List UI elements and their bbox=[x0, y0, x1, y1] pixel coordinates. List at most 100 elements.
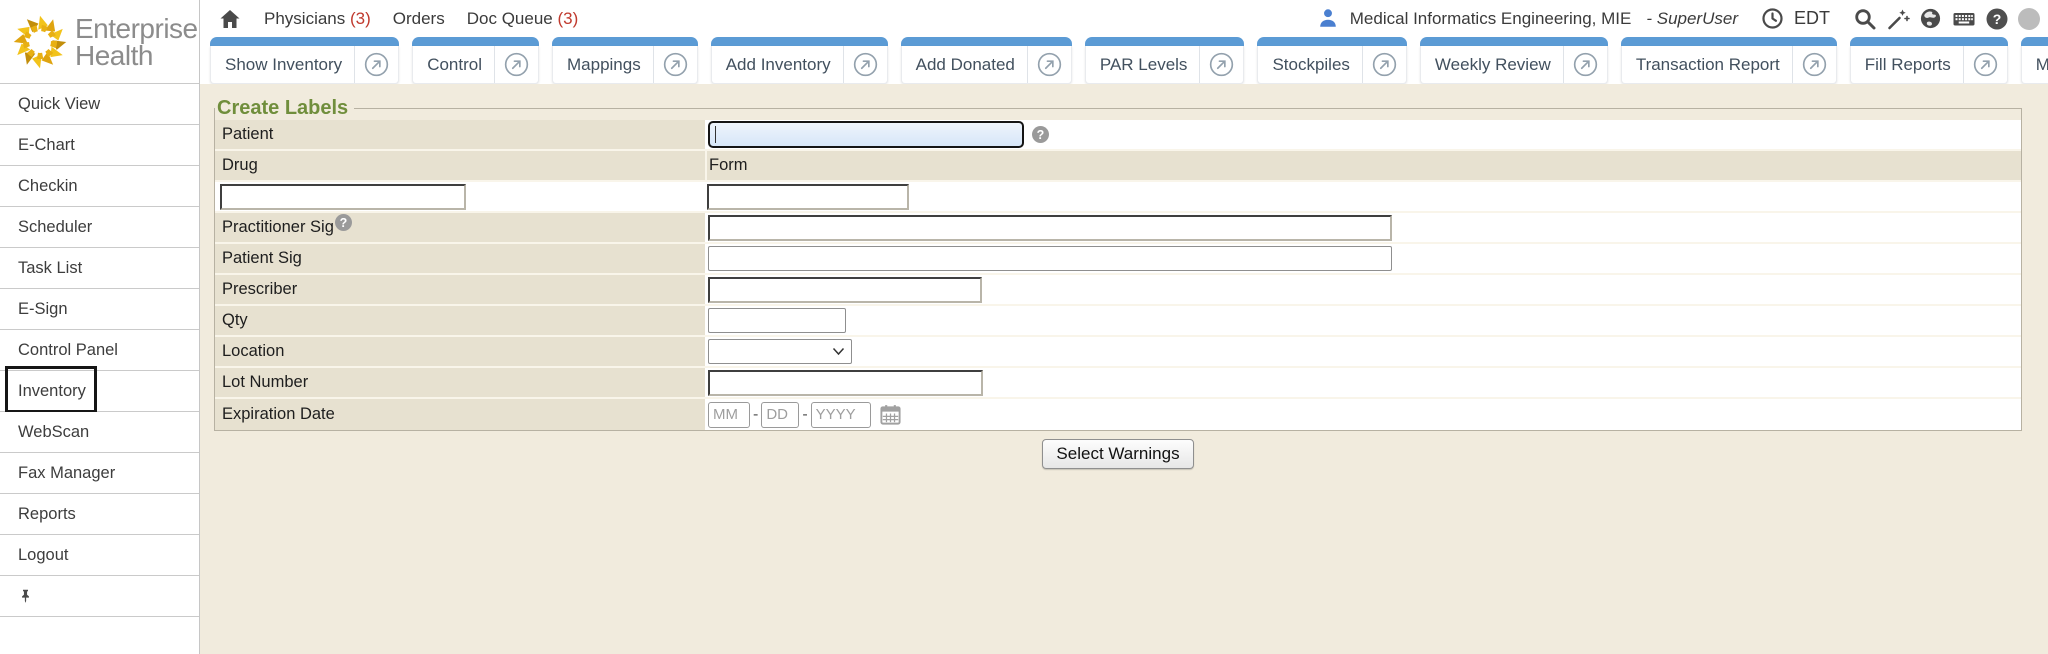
wand-icon[interactable] bbox=[1886, 7, 1910, 31]
open-in-new-icon[interactable] bbox=[1792, 46, 1836, 83]
sidebar-item-task-list[interactable]: Task List bbox=[0, 248, 199, 289]
sidebar-item-logout[interactable]: Logout bbox=[0, 535, 199, 576]
create-labels-form: Create Labels Patient ? Drug Form bbox=[214, 97, 2022, 431]
search-icon[interactable] bbox=[1853, 7, 1877, 31]
open-in-new-icon[interactable] bbox=[843, 46, 887, 83]
help-icon[interactable]: ? bbox=[1985, 7, 2009, 31]
tab-fill-reports[interactable]: Fill Reports bbox=[1850, 37, 2008, 84]
location-row: Location bbox=[215, 337, 2021, 368]
timezone-label: EDT bbox=[1794, 8, 1830, 29]
doc-queue-count: (3) bbox=[553, 9, 579, 28]
calendar-icon[interactable] bbox=[879, 403, 902, 426]
patient-input[interactable] bbox=[708, 121, 1024, 148]
open-in-new-icon[interactable] bbox=[1563, 46, 1607, 83]
sidebar-item-checkin[interactable]: Checkin bbox=[0, 166, 199, 207]
open-in-new-icon[interactable] bbox=[1963, 46, 2007, 83]
prescriber-input[interactable] bbox=[708, 277, 982, 303]
open-in-new-icon[interactable] bbox=[1027, 46, 1071, 83]
tab-accent bbox=[1850, 37, 2008, 46]
organization-name: Medical Informatics Engineering, MIE bbox=[1350, 9, 1632, 29]
location-label: Location bbox=[215, 337, 705, 366]
physicians-count: (3) bbox=[345, 9, 371, 28]
patient-row: Patient ? bbox=[215, 120, 2021, 151]
prescriber-label: Prescriber bbox=[215, 275, 705, 304]
open-in-new-icon[interactable] bbox=[653, 46, 697, 83]
qty-input[interactable] bbox=[708, 308, 846, 333]
tab-add-donated[interactable]: Add Donated bbox=[901, 37, 1072, 84]
avatar[interactable] bbox=[2018, 8, 2040, 30]
nav-physicians[interactable]: Physicians (3) bbox=[264, 9, 371, 29]
tab-accent bbox=[412, 37, 539, 46]
expiration-month-input[interactable] bbox=[708, 402, 750, 428]
sidebar-item-control-panel[interactable]: Control Panel bbox=[0, 330, 199, 371]
tab-par-levels[interactable]: PAR Levels bbox=[1085, 37, 1245, 84]
drug-form-label-row: Drug Form bbox=[215, 151, 2021, 182]
sidebar-item-scheduler[interactable]: Scheduler bbox=[0, 207, 199, 248]
date-separator: - bbox=[802, 406, 807, 424]
tab-mappings[interactable]: Mappings bbox=[552, 37, 698, 84]
tab-stockpiles[interactable]: Stockpiles bbox=[1257, 37, 1406, 84]
tab-accent bbox=[901, 37, 1072, 46]
tab-accent bbox=[1085, 37, 1245, 46]
practitioner-sig-label: Practitioner Sig bbox=[222, 218, 334, 237]
nav-doc-queue[interactable]: Doc Queue (3) bbox=[467, 9, 579, 29]
drug-input[interactable] bbox=[220, 184, 466, 210]
location-select[interactable] bbox=[708, 339, 852, 364]
tab-accent bbox=[711, 37, 888, 46]
tab-accent bbox=[552, 37, 698, 46]
sidebar-pin-toggle[interactable] bbox=[0, 576, 199, 617]
sidebar-item-webscan[interactable]: WebScan bbox=[0, 412, 199, 453]
brand-name: Enterprise Health bbox=[75, 15, 198, 69]
tab-control[interactable]: Control bbox=[412, 37, 539, 84]
sidebar-item-e-sign[interactable]: E-Sign bbox=[0, 289, 199, 330]
sidebar: Enterprise Health Quick View E-Chart Che… bbox=[0, 0, 200, 654]
tab-add-inventory[interactable]: Add Inventory bbox=[711, 37, 888, 84]
lot-number-input[interactable] bbox=[708, 370, 983, 396]
user-role: - SuperUser bbox=[1646, 9, 1738, 29]
globe-icon[interactable] bbox=[1919, 7, 1943, 31]
tab-weekly-review[interactable]: Weekly Review bbox=[1420, 37, 1608, 84]
practitioner-sig-input[interactable] bbox=[708, 215, 1392, 241]
expiration-year-input[interactable] bbox=[811, 402, 871, 428]
clock-icon[interactable] bbox=[1761, 7, 1785, 31]
sidebar-item-quick-view[interactable]: Quick View bbox=[0, 84, 199, 125]
tab-show-inventory[interactable]: Show Inventory bbox=[210, 37, 399, 84]
open-in-new-icon[interactable] bbox=[1199, 46, 1243, 83]
expiration-day-input[interactable] bbox=[761, 402, 799, 428]
top-nav: Physicians (3) Orders Doc Queue (3) bbox=[218, 7, 578, 31]
qty-label: Qty bbox=[215, 306, 705, 335]
date-separator: - bbox=[753, 406, 758, 424]
open-in-new-icon[interactable] bbox=[1362, 46, 1406, 83]
chevron-down-icon bbox=[832, 347, 845, 356]
form-input[interactable] bbox=[707, 184, 909, 210]
sidebar-nav: Quick View E-Chart Checkin Scheduler Tas… bbox=[0, 83, 199, 617]
sidebar-item-fax-manager[interactable]: Fax Manager bbox=[0, 453, 199, 494]
keyboard-icon[interactable] bbox=[1952, 7, 1976, 31]
tab-accent bbox=[210, 37, 399, 46]
qty-row: Qty bbox=[215, 306, 2021, 337]
open-in-new-icon[interactable] bbox=[354, 46, 398, 83]
sidebar-item-e-chart[interactable]: E-Chart bbox=[0, 125, 199, 166]
open-in-new-icon[interactable] bbox=[494, 46, 538, 83]
user-icon bbox=[1317, 7, 1341, 31]
tab-transaction-report[interactable]: Transaction Report bbox=[1621, 37, 1837, 84]
practitioner-sig-help-icon[interactable]: ? bbox=[335, 214, 352, 231]
patient-help-icon[interactable]: ? bbox=[1032, 126, 1049, 143]
user-bar: Medical Informatics Engineering, MIE - S… bbox=[1317, 7, 2040, 31]
prescriber-row: Prescriber bbox=[215, 275, 2021, 306]
patient-sig-input[interactable] bbox=[708, 246, 1392, 271]
home-icon[interactable] bbox=[218, 7, 242, 31]
top-bar: Physicians (3) Orders Doc Queue (3) Medi… bbox=[200, 0, 2048, 37]
inventory-tab-bar: Show Inventory Control Mappings Add Inve… bbox=[200, 37, 2048, 84]
tab-accent bbox=[1621, 37, 1837, 46]
tab-accent bbox=[2021, 37, 2048, 46]
sidebar-item-reports[interactable]: Reports bbox=[0, 494, 199, 535]
expiration-date-row: Expiration Date - - bbox=[215, 399, 2021, 430]
select-warnings-button[interactable]: Select Warnings bbox=[1042, 439, 1193, 469]
practitioner-sig-row: Practitioner Sig? bbox=[215, 213, 2021, 244]
sidebar-item-inventory[interactable]: Inventory bbox=[0, 371, 199, 412]
tab-med-queue[interactable]: Med Queue bbox=[2021, 37, 2048, 84]
lot-number-label: Lot Number bbox=[215, 368, 705, 397]
text-caret bbox=[715, 126, 716, 143]
nav-orders[interactable]: Orders bbox=[393, 9, 445, 29]
